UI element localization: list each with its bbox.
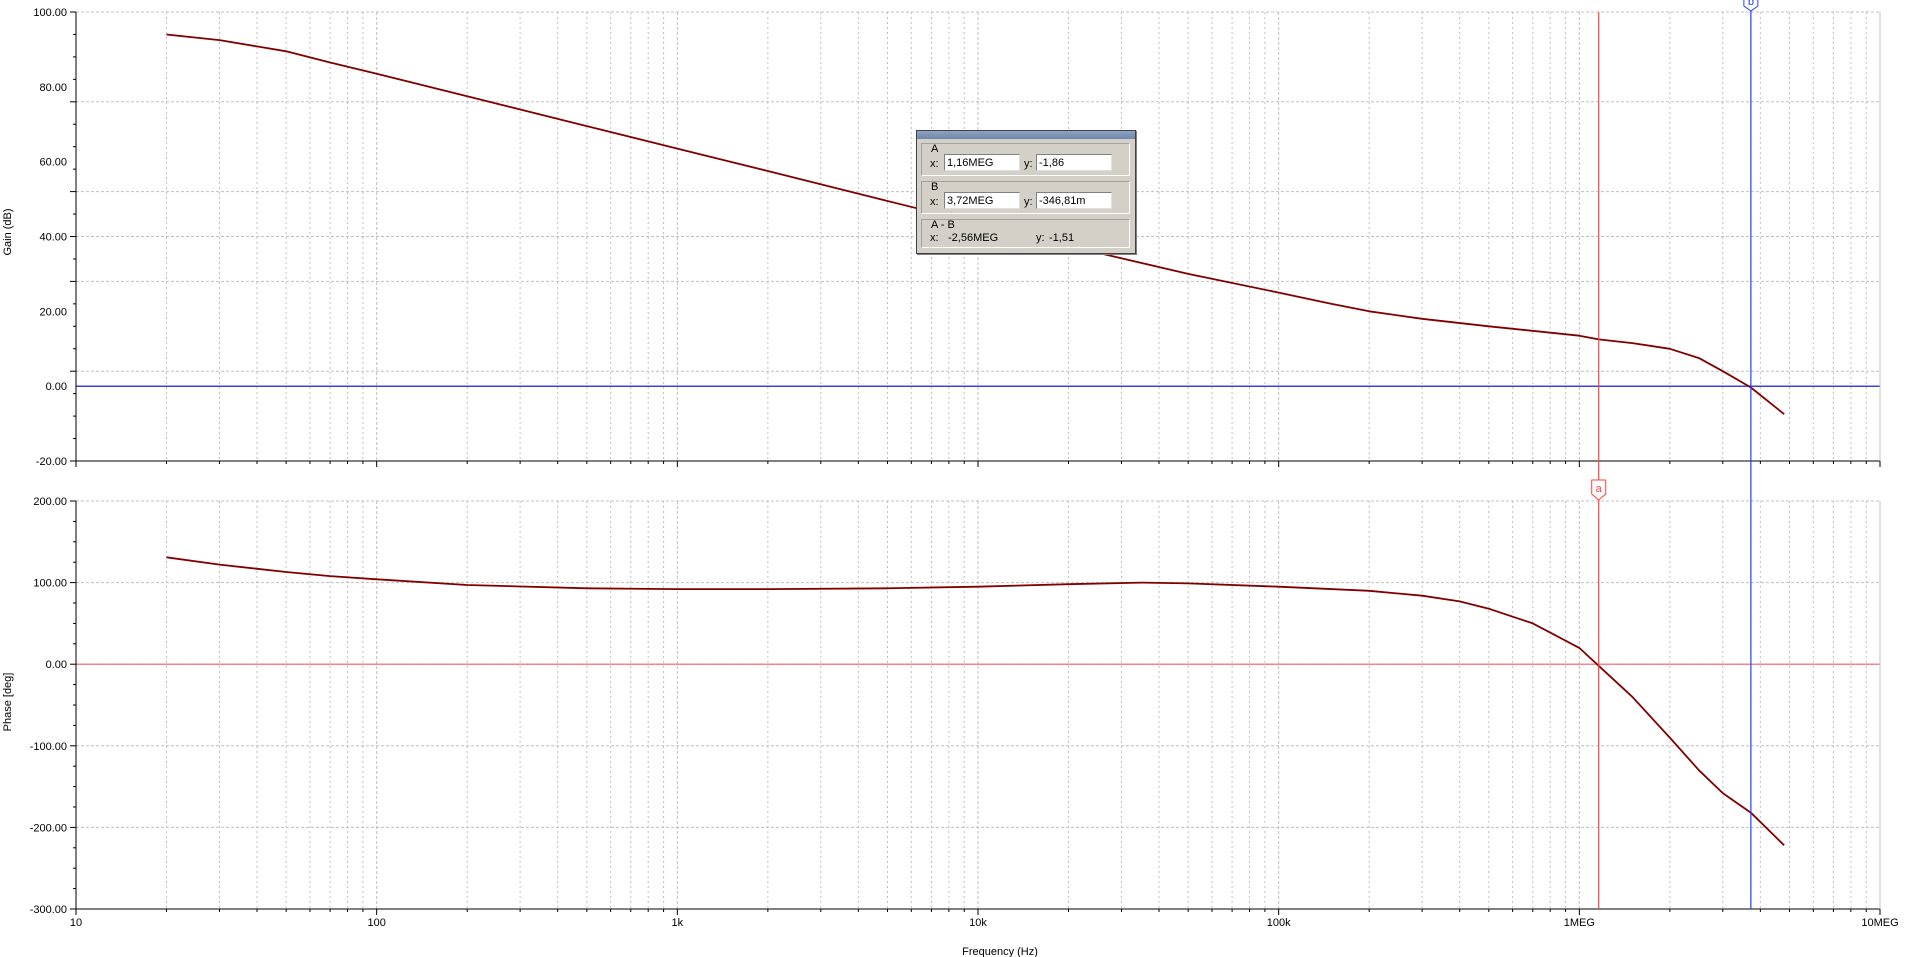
- gain-y-tick-label: 40.00: [39, 232, 67, 244]
- x-tick-label: 100: [367, 917, 385, 929]
- cursor-diff-x-value: -2,56MEG: [948, 232, 999, 244]
- panel-title-bar[interactable]: [917, 131, 1135, 139]
- cursor-b-y-field[interactable]: -346,81m: [1036, 192, 1112, 209]
- cursors[interactable]: [1591, 0, 1759, 909]
- gain-axis-title: Gain (dB): [2, 208, 14, 255]
- cursor-b-x-label: x:: [930, 196, 939, 208]
- cursor-a-tag-label: a: [1596, 483, 1603, 495]
- x-tick-label: 1MEG: [1564, 917, 1595, 929]
- cursor-diff-y-value: -1,51: [1049, 232, 1075, 244]
- phase-y-tick-label: 100.00: [33, 578, 67, 590]
- gain-y-tick-label: 60.00: [39, 157, 67, 169]
- phase-y-tick-labels: 200.00 100.00 0.00 -100.00 -200.00 -300.…: [30, 496, 67, 916]
- cursor-a-x-label: x:: [930, 158, 939, 170]
- cursor-diff-y-label: y:: [1036, 232, 1045, 244]
- cursor-a-y-field[interactable]: -1,86: [1036, 154, 1112, 171]
- gain-y-tick-labels: 100.00 80.00 60.00 40.00 20.00 0.00 -20.…: [33, 7, 67, 468]
- phase-y-tick-label: -200.00: [30, 822, 67, 834]
- gain-y-tick-label: 0.00: [46, 381, 67, 393]
- x-tick-label: 1k: [672, 917, 684, 929]
- gain-y-tick-label: 100.00: [33, 7, 67, 19]
- cursor-a-caption: A: [931, 143, 939, 155]
- x-tick-label: 100k: [1267, 917, 1291, 929]
- cursor-b-tag-label: b: [1748, 0, 1754, 8]
- gain-y-tick-label: 80.00: [39, 82, 67, 94]
- cursor-b-group: B x: 3,72MEG y: -346,81m: [921, 181, 1130, 214]
- cursor-b-y-label: y:: [1024, 196, 1033, 208]
- x-tick-label: 10: [70, 917, 82, 929]
- cursor-a-y-label: y:: [1024, 158, 1033, 170]
- cursor-a-x-field[interactable]: 1,16MEG: [944, 154, 1020, 171]
- cursor-b-x-field[interactable]: 3,72MEG: [944, 192, 1020, 209]
- phase-y-tick-label: 0.00: [46, 659, 67, 671]
- gain-y-tick-label: 20.00: [39, 306, 67, 318]
- frequency-axis-title: Frequency (Hz): [962, 946, 1038, 957]
- phase-trace: [166, 556, 1785, 847]
- x-tick-labels: 10 100 1k 10k 100k 1MEG 10MEG: [70, 917, 1899, 929]
- phase-axis-title: Phase [deg]: [2, 673, 14, 732]
- cursor-b-caption: B: [931, 181, 939, 193]
- gain-y-tick-label: -20.00: [36, 456, 67, 468]
- cursor-diff-group: A - B x: -2,56MEG y: -1,51: [921, 219, 1130, 248]
- phase-y-tick-label: -300.00: [30, 904, 67, 916]
- cursor-a-group: A x: 1,16MEG y: -1,86: [921, 143, 1130, 176]
- cursor-diff-caption: A - B: [931, 219, 955, 231]
- x-tick-label: 10MEG: [1861, 917, 1898, 929]
- cursor-diff-x-label: x:: [930, 232, 939, 244]
- x-tick-label: 10k: [969, 917, 987, 929]
- phase-y-tick-label: 200.00: [33, 496, 67, 508]
- cursor-readout-panel[interactable]: A x: 1,16MEG y: -1,86 B x: 3,72MEG y: -3…: [916, 130, 1136, 254]
- phase-y-tick-label: -100.00: [30, 741, 67, 753]
